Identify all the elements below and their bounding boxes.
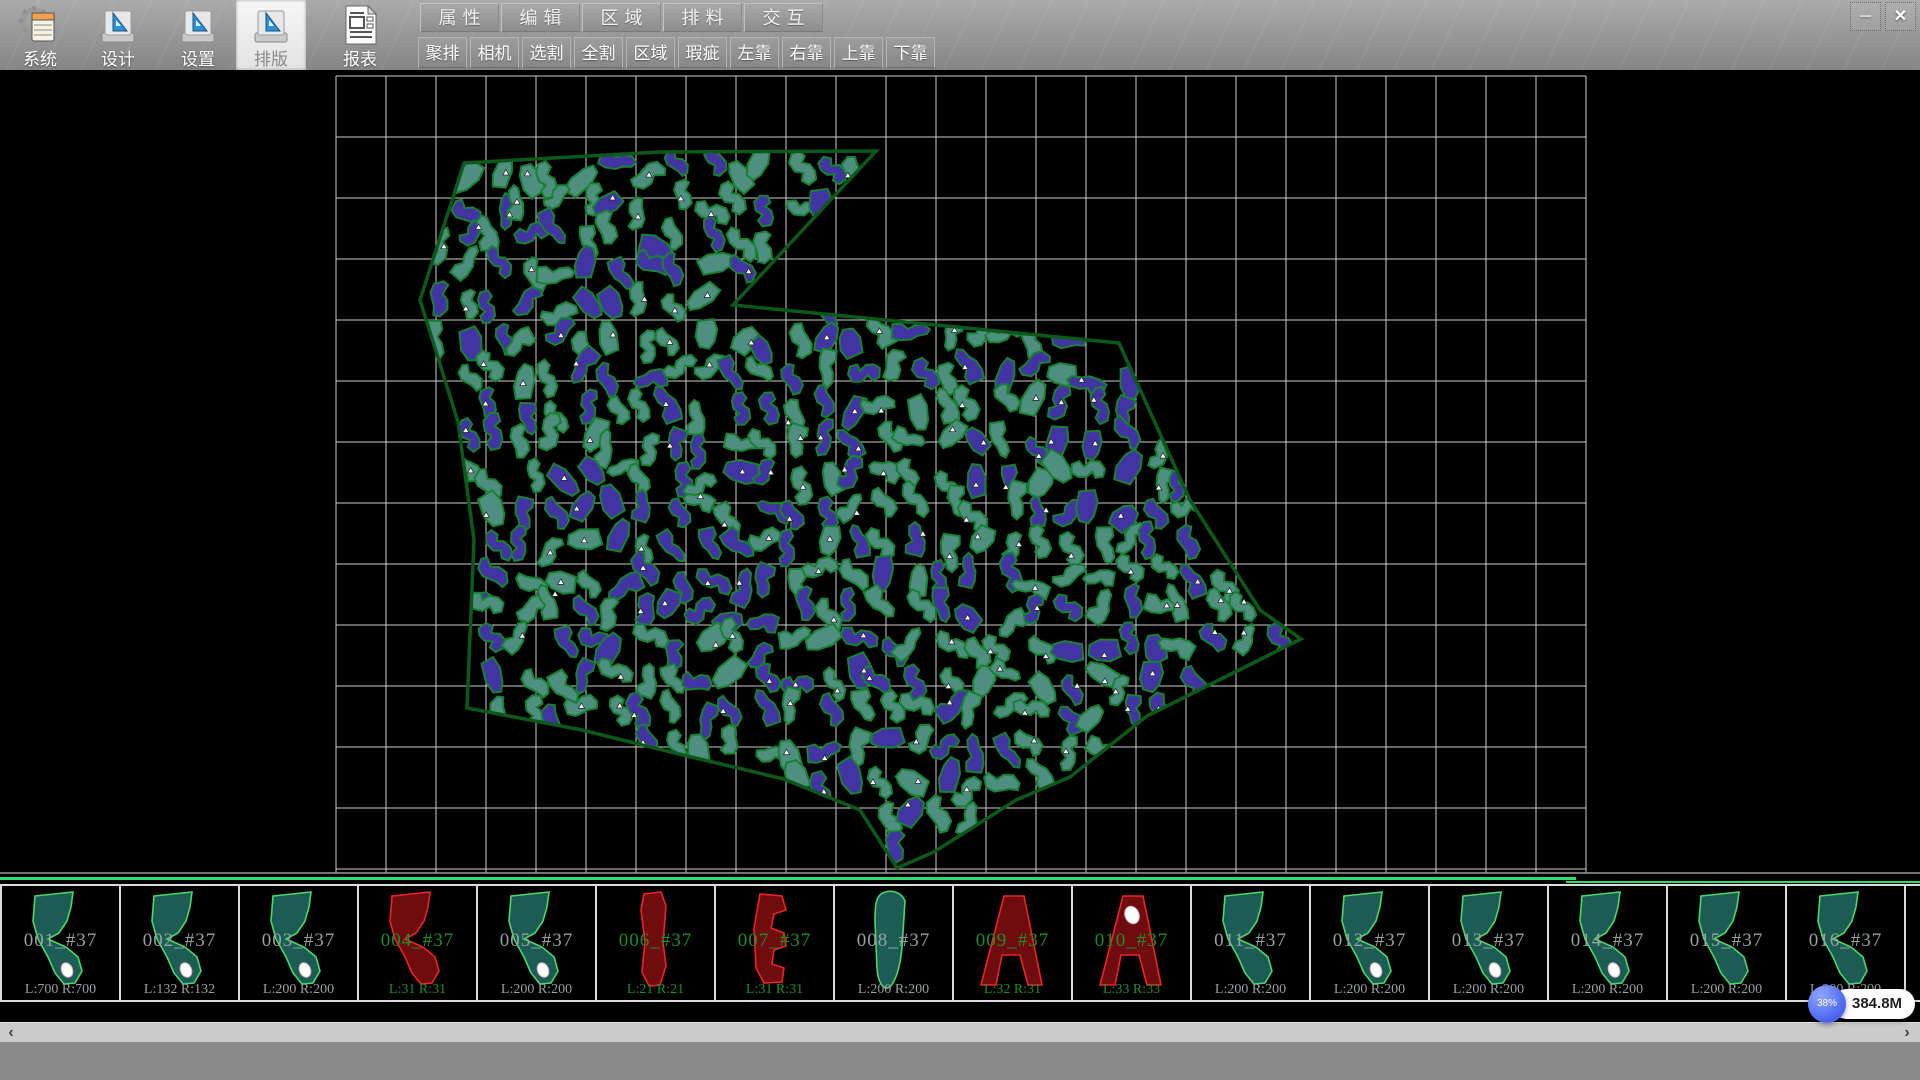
- scroll-left-icon[interactable]: ‹: [0, 1023, 22, 1043]
- menu-tab-5[interactable]: 交互: [744, 3, 823, 32]
- tool-button-1[interactable]: 聚排: [418, 37, 467, 68]
- drafting-triangle-icon: [236, 3, 306, 47]
- piece-shape: [378, 888, 458, 998]
- piece-shape: [259, 888, 339, 998]
- nav-label: 报表: [328, 45, 392, 70]
- nav-button-4[interactable]: 排版: [236, 0, 306, 70]
- piece-shape: [140, 888, 220, 998]
- piece-shape: [1806, 888, 1886, 998]
- piece-shape: [973, 888, 1053, 998]
- minimize-button[interactable]: ─: [1850, 2, 1881, 31]
- thumbnail-cell-1[interactable]: 001_#37L:700 R:700: [0, 884, 121, 1002]
- close-button[interactable]: ✕: [1885, 2, 1916, 31]
- grid-lines: [336, 76, 1586, 873]
- system-gear-doc-icon: [8, 3, 72, 47]
- thumbnail-cell-8[interactable]: 008_#37L:200 R:200: [833, 884, 954, 1002]
- piece-shape: [1092, 888, 1172, 998]
- scroll-right-icon[interactable]: ›: [1896, 1023, 1918, 1043]
- nav-button-1[interactable]: 系统: [8, 0, 72, 70]
- nested-pieces[interactable]: [421, 145, 1294, 868]
- piece-shape: [1211, 888, 1291, 998]
- tool-button-5[interactable]: 区域: [626, 37, 675, 68]
- main-toolbar: 系统设计设置排版报表 属性编辑区域排料交互 聚排相机选割全割区域瑕疵左靠右靠上靠…: [0, 0, 1920, 70]
- strip-separator-line: [0, 877, 1576, 880]
- nav-button-3[interactable]: 设置: [166, 0, 230, 70]
- thumbnail-cell-15[interactable]: 015_#37L:200 R:200: [1666, 884, 1787, 1002]
- thumbnail-cell-14[interactable]: 014_#37L:200 R:200: [1547, 884, 1668, 1002]
- status-bar: [0, 1042, 1920, 1080]
- thumbnail-cell-10[interactable]: 010_#37L:33 R:33: [1071, 884, 1192, 1002]
- drafting-triangle-icon: [86, 3, 150, 47]
- thumbnail-cell-2[interactable]: 002_#37L:132 R:132: [119, 884, 240, 1002]
- nav-label: 排版: [236, 45, 306, 70]
- menu-tab-1[interactable]: 属性: [420, 3, 499, 32]
- piece-shape: [1568, 888, 1648, 998]
- menu-tab-3[interactable]: 区域: [582, 3, 661, 32]
- piece-id-label: 017_#37: [1906, 930, 1920, 952]
- tool-button-2[interactable]: 相机: [470, 37, 519, 68]
- thumbnail-cell-13[interactable]: 013_#37L:200 R:200: [1428, 884, 1549, 1002]
- thumbnail-cell-5[interactable]: 005_#37L:200 R:200: [476, 884, 597, 1002]
- tool-button-6[interactable]: 瑕疵: [678, 37, 727, 68]
- tool-button-row: 聚排相机选割全割区域瑕疵左靠右靠上靠下靠: [418, 37, 935, 68]
- nav-label: 设置: [166, 45, 230, 70]
- tool-button-10[interactable]: 下靠: [886, 37, 935, 68]
- progress-indicator: 38%: [1808, 985, 1846, 1023]
- horizontal-scrollbar[interactable]: ‹ ›: [0, 1022, 1920, 1043]
- piece-shape: [1687, 888, 1767, 998]
- tool-button-8[interactable]: 右靠: [782, 37, 831, 68]
- piece-shape: [616, 888, 696, 998]
- thumbnail-cell-4[interactable]: 004_#37L:31 R:31: [357, 884, 478, 1002]
- thumbnail-cell-3[interactable]: 003_#37L:200 R:200: [238, 884, 359, 1002]
- thumbnail-cell-12[interactable]: 012_#37L:200 R:200: [1309, 884, 1430, 1002]
- thumbnail-cell-9[interactable]: 009_#37L:32 R:31: [952, 884, 1073, 1002]
- window-controls: ─✕: [1850, 2, 1916, 31]
- nav-label: 系统: [8, 45, 72, 70]
- piece-thumbnail-strip: 001_#37L:700 R:700002_#37L:132 R:132003_…: [0, 884, 1920, 1002]
- thumbnail-cell-6[interactable]: 006_#37L:21 R:21: [595, 884, 716, 1002]
- menu-tab-2[interactable]: 编辑: [501, 3, 580, 32]
- nav-label: 设计: [86, 45, 150, 70]
- tool-button-9[interactable]: 上靠: [834, 37, 883, 68]
- menu-tab-4[interactable]: 排料: [663, 3, 742, 32]
- tool-button-7[interactable]: 左靠: [730, 37, 779, 68]
- piece-shape: [21, 888, 101, 998]
- drafting-triangle-icon: [166, 3, 230, 47]
- thumbnail-cell-11[interactable]: 011_#37L:200 R:200: [1190, 884, 1311, 1002]
- tool-button-4[interactable]: 全割: [574, 37, 623, 68]
- piece-shape: [1449, 888, 1529, 998]
- status-badge: 384.8M 38%: [1808, 985, 1918, 1025]
- piece-shape: [1330, 888, 1410, 998]
- application-window: 系统设计设置排版报表 属性编辑区域排料交互 聚排相机选割全割区域瑕疵左靠右靠上靠…: [0, 0, 1920, 1080]
- piece-shape: [497, 888, 577, 998]
- piece-shape: [854, 888, 934, 998]
- tool-button-3[interactable]: 选割: [522, 37, 571, 68]
- piece-shape: [735, 888, 815, 998]
- strip-separator-line-right: [1566, 881, 1920, 883]
- report-document-icon: [328, 3, 392, 47]
- thumbnail-cell-7[interactable]: 007_#37L:31 R:31: [714, 884, 835, 1002]
- nav-button-5[interactable]: 报表: [328, 0, 392, 70]
- nav-button-2[interactable]: 设计: [86, 0, 150, 70]
- menu-tab-row: 属性编辑区域排料交互: [420, 3, 823, 32]
